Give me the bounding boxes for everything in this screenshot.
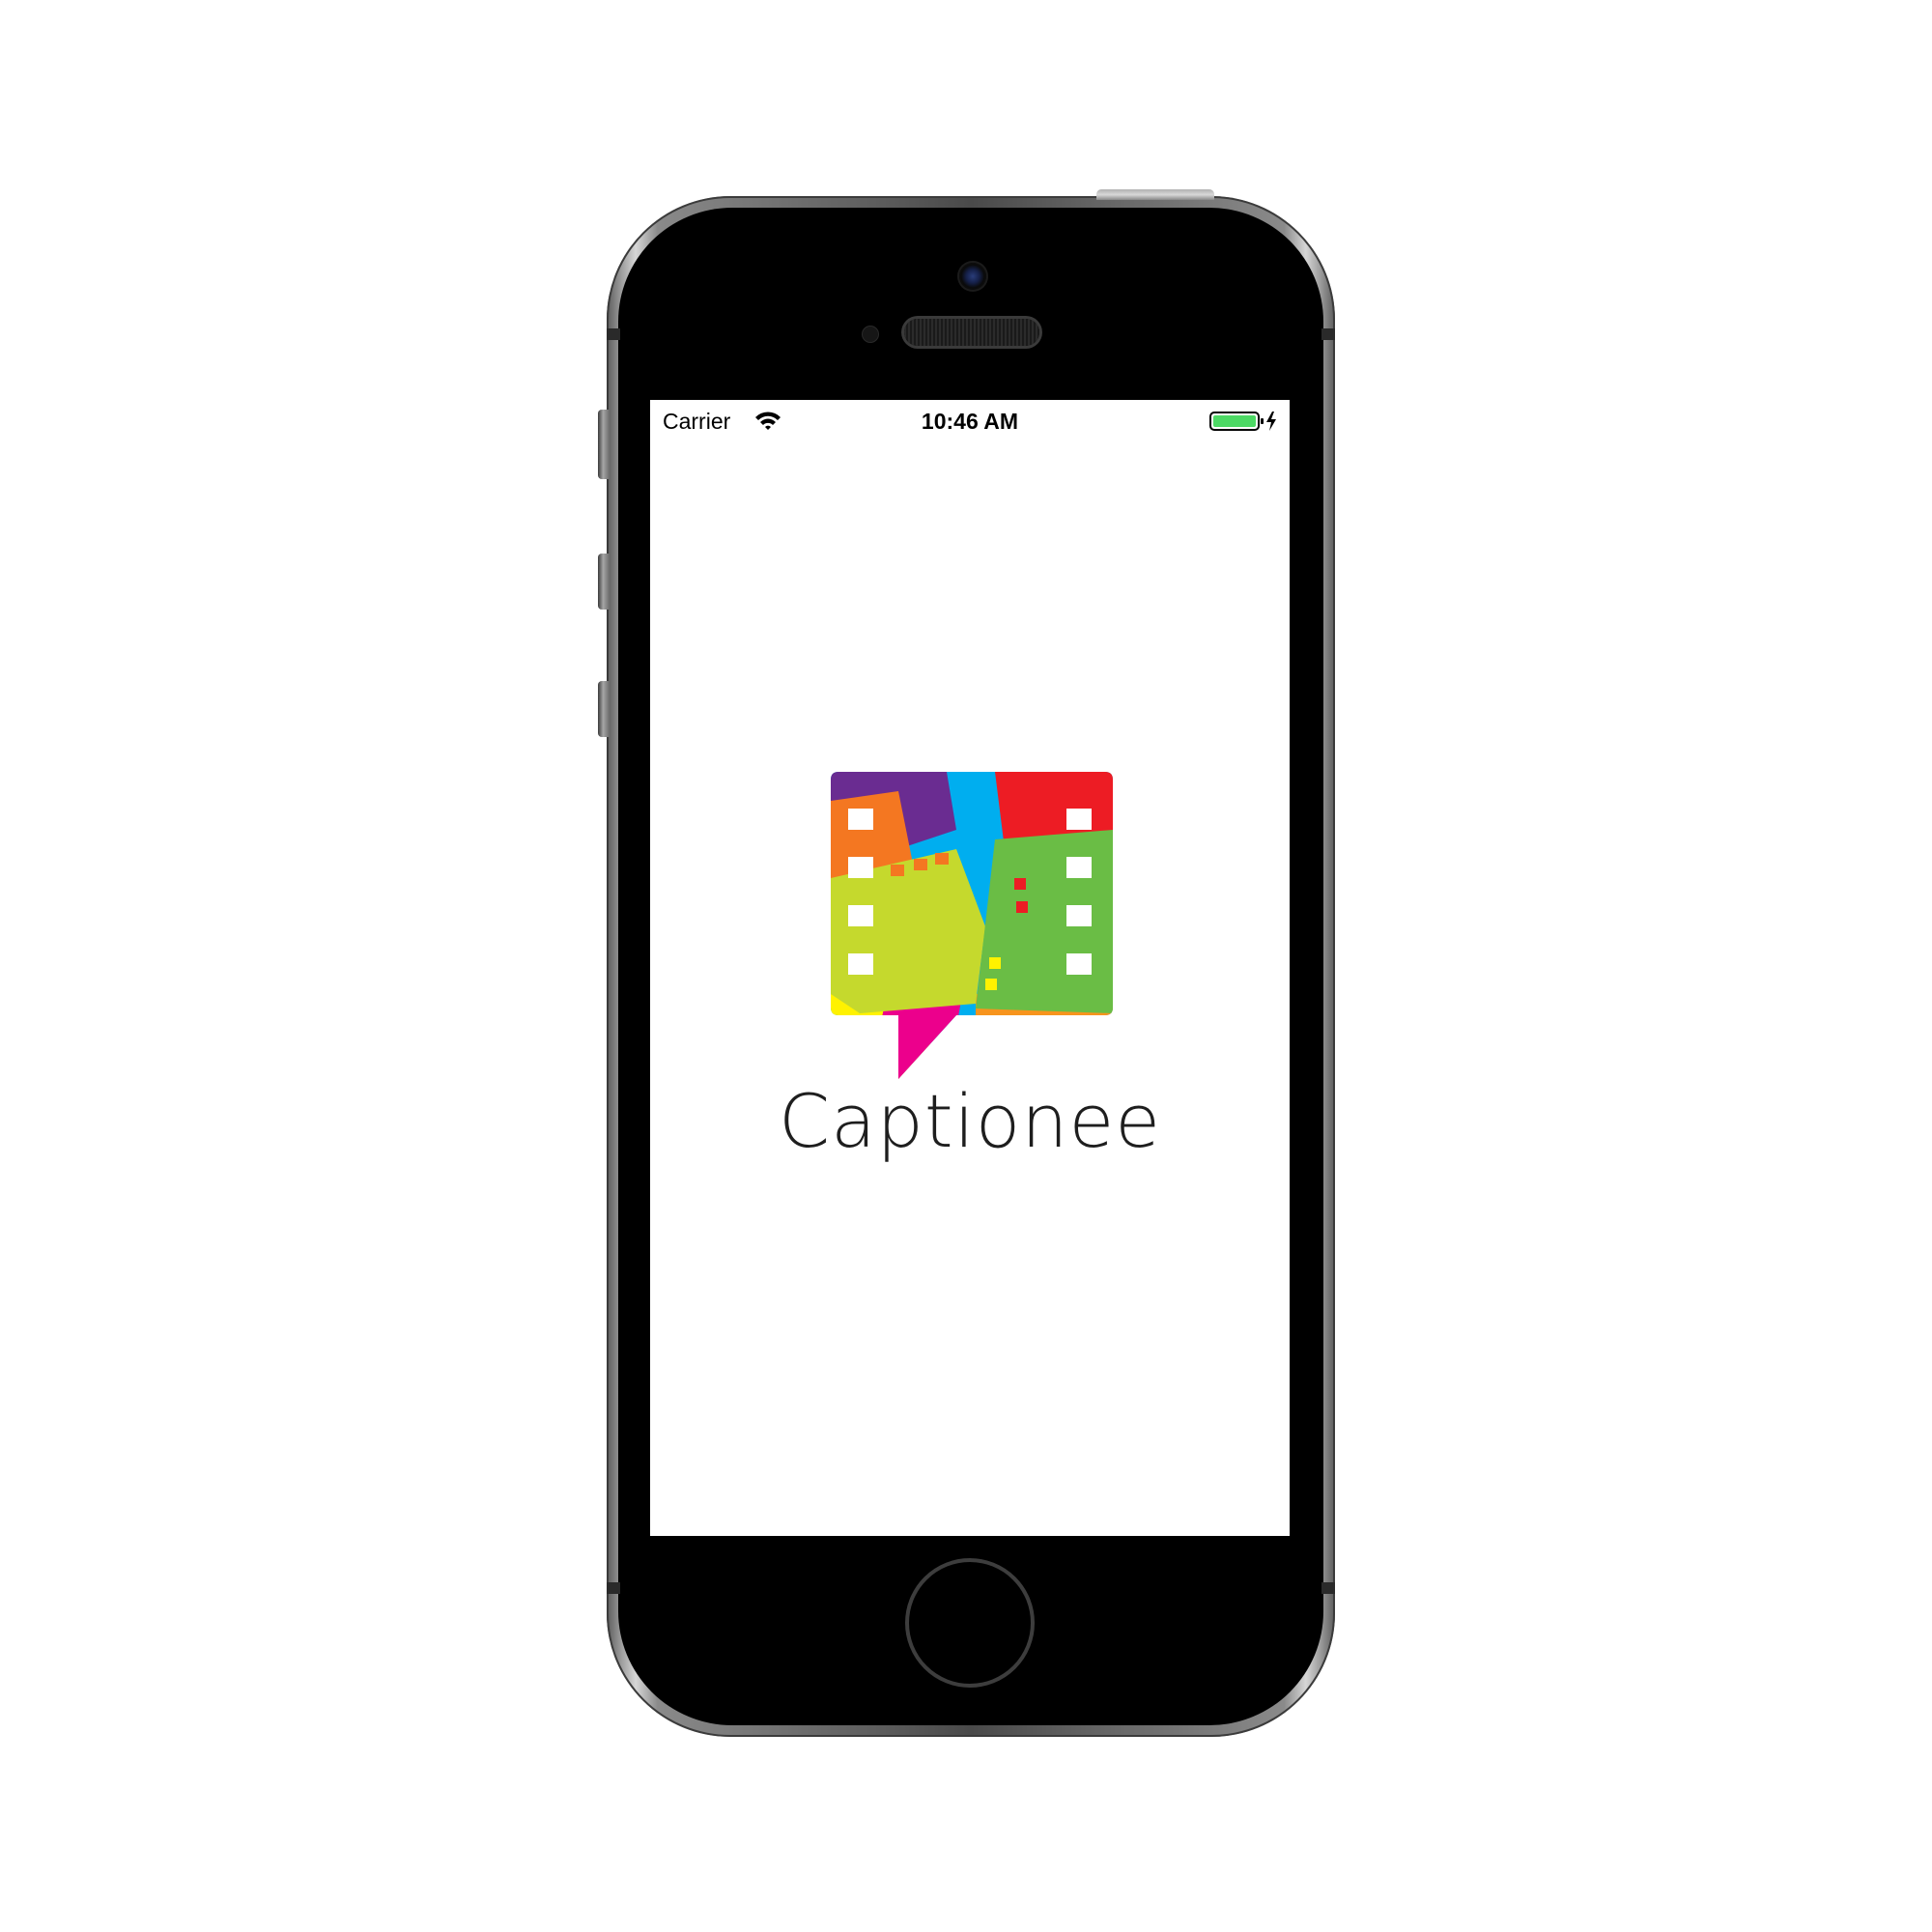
front-camera: [959, 263, 986, 290]
screen: Carrier 10:46 AM Captionee: [650, 400, 1290, 1536]
proximity-sensor: [863, 327, 878, 342]
volume-down-button[interactable]: [598, 681, 610, 737]
battery-charging-icon: [1209, 412, 1276, 431]
clock: 10:46 AM: [921, 409, 1019, 434]
antenna-band: [607, 1582, 620, 1594]
antenna-band: [1321, 328, 1335, 340]
app-name: Captionee: [779, 1078, 1161, 1164]
antenna-band: [1321, 1582, 1335, 1594]
earpiece-speaker: [904, 319, 1039, 346]
mute-switch[interactable]: [598, 410, 610, 479]
captionee-logo: [831, 772, 1113, 1079]
power-button[interactable]: [1096, 189, 1214, 200]
status-bar: Carrier 10:46 AM: [650, 400, 1290, 439]
volume-up-button[interactable]: [598, 554, 610, 610]
antenna-band: [607, 328, 620, 340]
home-button[interactable]: [905, 1558, 1035, 1688]
